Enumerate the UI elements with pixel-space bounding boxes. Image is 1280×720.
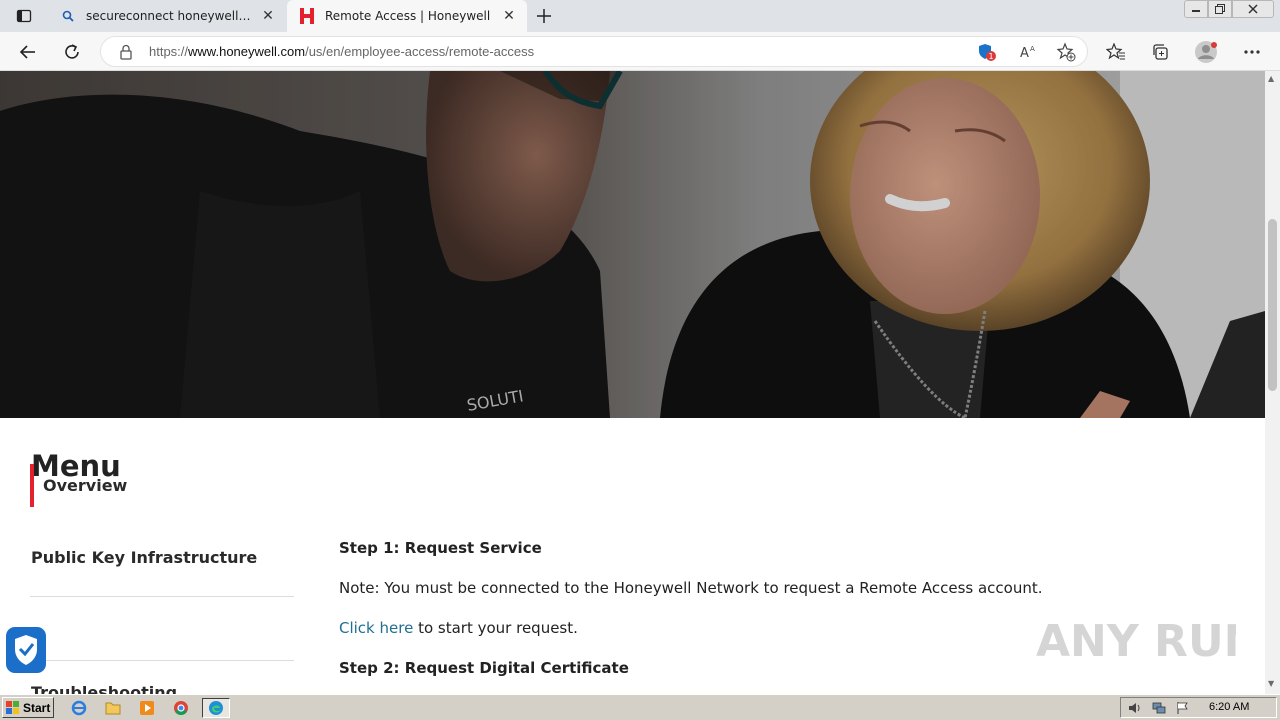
favorites-icon (1106, 43, 1125, 60)
add-favorite-icon[interactable] (1056, 42, 1076, 62)
tab-actions-icon (16, 9, 32, 23)
sidebar-divider (30, 596, 294, 597)
scroll-up-icon[interactable]: ▲ (1268, 74, 1274, 83)
click-here-link[interactable]: Click here (339, 619, 413, 637)
tab-title: Remote Access | Honeywell (325, 9, 491, 23)
windows-taskbar: Start 6:20 AM (0, 694, 1280, 720)
search-icon (60, 8, 76, 24)
more-options-icon (1244, 50, 1260, 54)
profile-button[interactable] (1191, 37, 1221, 67)
system-tray: 6:20 AM (1120, 697, 1277, 718)
hero-image: SOLUTI (0, 71, 1265, 418)
avatar-icon (1195, 41, 1217, 63)
collections-button[interactable] (1145, 37, 1175, 67)
close-window-button[interactable] (1232, 0, 1274, 18)
windows-flag-icon (6, 701, 19, 714)
tab-secureconnect[interactable]: secureconnect honeywellcloud - ✕ (48, 0, 286, 32)
refresh-button[interactable] (57, 37, 87, 67)
sidebar-item-troubleshooting[interactable]: Troubleshooting (30, 682, 294, 694)
close-tab-icon[interactable]: ✕ (497, 4, 521, 28)
step1-title: Step 1: Request Service (339, 539, 542, 557)
folder-icon (105, 702, 121, 715)
chrome-icon (174, 701, 188, 715)
refresh-icon (65, 44, 79, 59)
back-arrow-icon (19, 45, 35, 59)
back-button[interactable] (13, 37, 43, 67)
volume-icon[interactable] (1127, 700, 1143, 716)
svg-text:A: A (1020, 46, 1029, 61)
restore-button[interactable] (1208, 0, 1232, 18)
tab-actions-button[interactable] (8, 5, 40, 27)
tab-strip: secureconnect honeywellcloud - ✕ Remote … (0, 0, 1280, 32)
sidebar-item-public-key-infrastructure[interactable]: Public Key Infrastructure (30, 548, 294, 567)
sidebar-divider (30, 660, 294, 661)
tab-remote-access[interactable]: Remote Access | Honeywell ✕ (287, 0, 527, 32)
media-player-icon (140, 701, 154, 715)
shield-check-icon (6, 627, 46, 673)
svg-text:A: A (1030, 45, 1035, 53)
collections-icon (1153, 44, 1168, 60)
link-suffix-text: to start your request. (413, 619, 578, 637)
media-player-quicklaunch[interactable] (136, 698, 158, 718)
chrome-quicklaunch[interactable] (170, 698, 192, 718)
honeywell-h-icon (299, 8, 315, 24)
tracking-badge-count: 1 (988, 52, 993, 61)
url-text: https://www.honeywell.com/us/en/employee… (149, 44, 534, 59)
action-center-flag-icon[interactable] (1175, 700, 1191, 716)
note-text: Note: You must be connected to the Honey… (339, 579, 1043, 597)
scroll-down-icon[interactable]: ▼ (1268, 679, 1274, 688)
security-shield-widget[interactable] (6, 627, 46, 673)
hero-photo-illustration: SOLUTI (0, 71, 1265, 418)
explorer-quicklaunch[interactable] (102, 698, 124, 718)
read-aloud-icon[interactable]: AA (1019, 42, 1039, 62)
edge-taskbar-button[interactable] (202, 698, 230, 718)
internet-explorer-icon (71, 700, 87, 716)
url-host: www.honeywell.com (188, 44, 306, 59)
sidebar-item-label: Troubleshooting (31, 683, 178, 694)
browser-toolbar: https://www.honeywell.com/us/en/employee… (0, 32, 1280, 71)
ie-quicklaunch[interactable] (68, 698, 90, 718)
sidebar-item-overview[interactable]: Overview (30, 464, 294, 507)
minimize-button[interactable] (1184, 0, 1208, 18)
scrollbar-thumb[interactable] (1268, 219, 1277, 391)
page-viewport: SOLUTI Menu (0, 71, 1265, 694)
network-icon[interactable] (1151, 700, 1167, 716)
new-tab-button[interactable] (532, 4, 556, 28)
minimize-icon (1192, 10, 1200, 12)
close-icon (1248, 4, 1258, 14)
address-bar[interactable]: https://www.honeywell.com/us/en/employee… (100, 36, 1088, 67)
plus-icon (537, 9, 551, 23)
close-tab-icon[interactable]: ✕ (256, 4, 280, 28)
start-button[interactable]: Start (2, 697, 54, 718)
edge-icon (209, 701, 223, 715)
restore-icon (1215, 4, 1225, 14)
start-label: Start (23, 700, 51, 715)
favorites-button[interactable] (1101, 37, 1131, 67)
tab-title: secureconnect honeywellcloud - (86, 9, 256, 23)
clock: 6:20 AM (1209, 701, 1250, 713)
anyrun-watermark: ANY RUN (1036, 608, 1261, 668)
settings-menu-button[interactable] (1237, 37, 1267, 67)
watermark-text: ANY RUN (1036, 616, 1236, 667)
url-scheme: https:// (149, 44, 189, 59)
lock-icon[interactable] (119, 44, 133, 64)
page-scrollbar[interactable]: ▲ ▼ (1265, 71, 1280, 694)
url-path: /us/en/employee-access/remote-access (305, 44, 535, 59)
tracking-prevention-icon[interactable]: 1 (977, 42, 997, 62)
